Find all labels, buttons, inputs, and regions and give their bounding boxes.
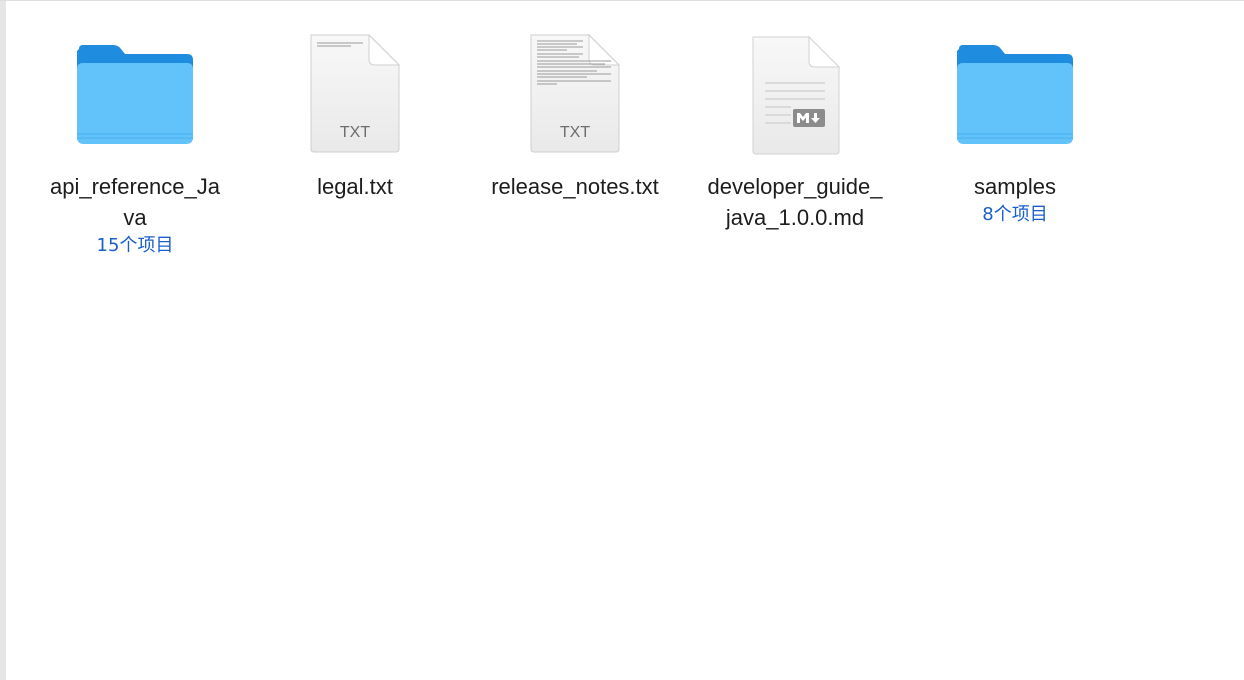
item-count-label: 15个项目	[96, 235, 174, 256]
file-item-api-reference-java[interactable]: api_reference_Ja va 15个项目	[25, 25, 245, 258]
file-name-label[interactable]: samples	[913, 171, 1118, 202]
file-item-release-notes-txt[interactable]: TXT release_notes.txt	[465, 25, 685, 202]
file-item-developer-guide-md[interactable]: developer_guide_ java_1.0.0.md	[685, 25, 905, 233]
file-item-samples[interactable]: samples 8个项目	[905, 25, 1125, 227]
file-name-label[interactable]: release_notes.txt	[473, 171, 678, 202]
txt-badge: TXT	[560, 124, 590, 141]
file-item-legal-txt[interactable]: TXT legal.txt	[245, 25, 465, 202]
finder-icon-view: api_reference_Ja va 15个项目 TXT legal.txt …	[0, 0, 1244, 680]
txt-file-icon[interactable]: TXT	[465, 25, 685, 161]
txt-badge: TXT	[340, 124, 370, 141]
window-left-edge	[0, 1, 6, 680]
markdown-file-icon[interactable]	[685, 25, 905, 161]
txt-file-icon[interactable]: TXT	[245, 25, 465, 161]
folder-icon[interactable]	[905, 25, 1125, 161]
file-name-label[interactable]: developer_guide_ java_1.0.0.md	[693, 171, 898, 233]
file-name-label[interactable]: api_reference_Ja va	[33, 171, 238, 233]
item-count-label: 8个项目	[982, 204, 1048, 225]
folder-icon[interactable]	[25, 25, 245, 161]
file-name-label[interactable]: legal.txt	[253, 171, 458, 202]
